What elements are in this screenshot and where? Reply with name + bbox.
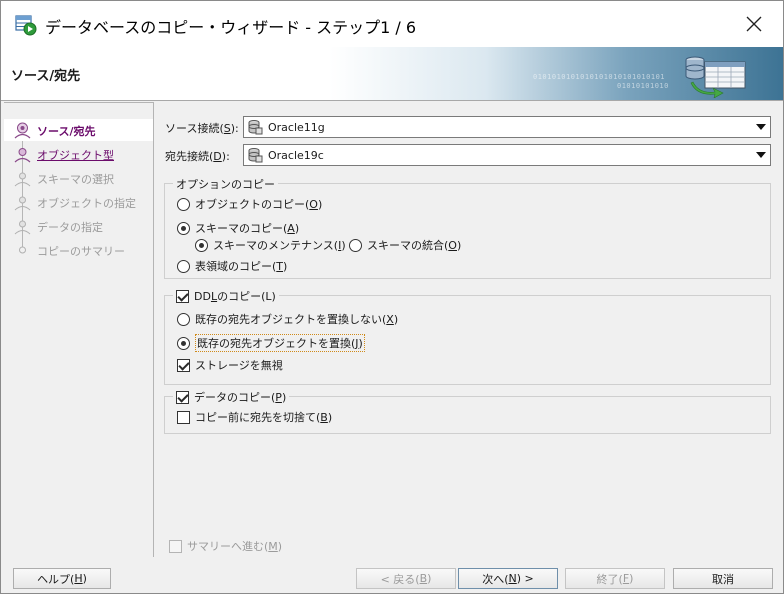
copy-options-title: オプションのコピー — [173, 176, 278, 192]
copy-options-group: オプションのコピー オブジェクトのコピー(O) スキーマのコピー(A) スキーマ… — [164, 176, 771, 279]
help-button[interactable]: ヘルプ(H) — [13, 568, 111, 589]
nav-step-label: ソース/宛先 — [37, 125, 96, 138]
nav-step-copy-summary: コピーのサマリー — [4, 239, 153, 261]
tablespace-copy-radio[interactable]: 表領域のコピー(T) — [177, 258, 287, 274]
step-content: ソース接続(S): Oracle11g 宛先接続(D): Oracle19c オ… — [161, 111, 776, 554]
database-transfer-icon — [685, 56, 746, 98]
nav-step-label: スキーマの選択 — [37, 173, 114, 186]
nav-step-specify-objects: オブジェクトの指定 — [4, 191, 153, 213]
data-copy-checkbox[interactable]: データのコピー(P) — [173, 389, 290, 405]
focused-option-label: 既存の宛先オブジェクトを置換(J) — [195, 334, 365, 352]
source-connection-label: ソース接続(S): — [165, 122, 239, 135]
dropdown-arrow-icon — [756, 152, 766, 158]
source-connection-dropdown[interactable]: Oracle11g — [243, 116, 771, 138]
ddl-copy-checkbox[interactable]: DD L のコピー(L) — [173, 288, 279, 304]
database-connection-icon — [248, 120, 263, 135]
database-connection-icon — [248, 148, 263, 163]
step-pending-icon — [14, 220, 31, 235]
radio-indicator — [177, 197, 190, 211]
banner-binary-decoration: 0101010101010101010101010101 — [533, 73, 666, 81]
schema-copy-radio[interactable]: スキーマのコピー(A) — [177, 220, 299, 236]
step-banner: ソース/宛先 0101010101010101010101010101 0101… — [1, 47, 783, 101]
data-copy-group: データのコピー(P) コピー前に宛先を切捨て(B) — [164, 389, 771, 434]
cancel-button[interactable]: 取消 — [673, 568, 773, 589]
database-copy-app-icon — [15, 15, 37, 36]
no-replace-existing-radio[interactable]: 既存の宛先オブジェクトを置換しない(X) — [177, 311, 398, 327]
source-connection-value: Oracle11g — [268, 121, 325, 134]
checkbox-indicator — [176, 289, 189, 303]
destination-connection-dropdown[interactable]: Oracle19c — [243, 144, 771, 166]
nav-step-label: データの指定 — [37, 221, 103, 234]
step-current-icon — [14, 122, 31, 139]
back-button: < 戻る(B) — [356, 568, 456, 589]
schema-merge-radio[interactable]: スキーマの統合(O) — [349, 237, 461, 253]
nav-step-label: コピーのサマリー — [37, 245, 125, 258]
replace-existing-radio[interactable]: 既存の宛先オブジェクトを置換(J) — [177, 334, 365, 352]
step-final-icon — [19, 246, 26, 254]
checkbox-indicator — [177, 358, 190, 372]
checkbox-indicator — [169, 539, 182, 553]
ddl-copy-group: DD L のコピー(L) 既存の宛先オブジェクトを置換しない(X) 既存の宛先オブジ… — [164, 288, 771, 385]
wizard-steps-nav: ソース/宛先 オブジェクト型 スキーマの選択 オブジェクトの指定 データの指定 … — [4, 102, 154, 557]
nav-step-select-schemas: スキーマの選択 — [4, 167, 153, 189]
step-title: ソース/宛先 — [11, 69, 81, 84]
nav-step-label: オブジェクト型 — [37, 149, 114, 162]
radio-indicator — [177, 221, 190, 235]
close-icon — [746, 16, 762, 32]
finish-button: 終了(F) — [565, 568, 665, 589]
title-bar: データベースのコピー・ウィザード - ステップ1 / 6 — [1, 1, 783, 47]
destination-connection-value: Oracle19c — [268, 149, 324, 162]
object-copy-radio[interactable]: オブジェクトのコピー(O) — [177, 196, 322, 212]
step-pending-icon — [14, 196, 31, 211]
radio-indicator — [177, 259, 190, 273]
close-button[interactable] — [725, 1, 783, 47]
nav-step-specify-data: データの指定 — [4, 215, 153, 237]
checkbox-indicator — [177, 410, 190, 424]
radio-indicator — [177, 312, 190, 326]
nav-step-object-types[interactable]: オブジェクト型 — [4, 143, 153, 165]
destination-connection-label: 宛先接続(D): — [165, 150, 230, 163]
next-button[interactable]: 次へ(N) > — [458, 568, 558, 589]
dropdown-arrow-icon — [756, 124, 766, 130]
banner-binary-decoration-2: 01010101010 — [617, 82, 669, 90]
truncate-destination-checkbox[interactable]: コピー前に宛先を切捨て(B) — [177, 409, 332, 425]
schema-maintenance-radio[interactable]: スキーマのメンテナンス(I) — [195, 237, 346, 253]
radio-indicator — [195, 238, 208, 252]
radio-indicator — [177, 336, 190, 350]
proceed-to-summary-checkbox: サマリーへ進む(M) — [169, 538, 282, 554]
step-pending-icon — [14, 172, 31, 187]
ignore-storage-checkbox[interactable]: ストレージを無視 — [177, 357, 283, 373]
window-title: データベースのコピー・ウィザード - ステップ1 / 6 — [45, 18, 417, 37]
checkbox-indicator — [176, 390, 189, 404]
radio-indicator — [349, 238, 362, 252]
step-link-icon — [14, 148, 31, 163]
nav-step-label: オブジェクトの指定 — [37, 197, 136, 210]
nav-step-source-destination[interactable]: ソース/宛先 — [4, 119, 153, 141]
wizard-window: データベースのコピー・ウィザード - ステップ1 / 6 ソース/宛先 0101… — [0, 0, 784, 594]
